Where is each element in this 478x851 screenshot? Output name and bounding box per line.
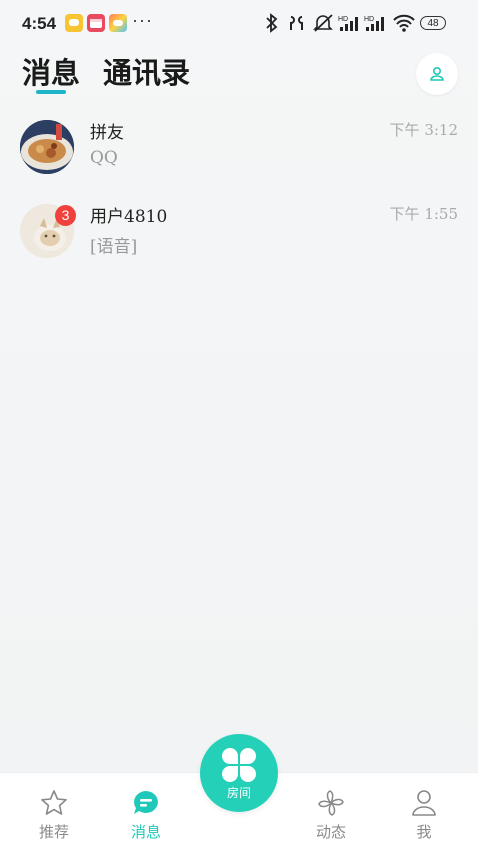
calendar-notification-icon	[87, 14, 105, 32]
nav-label: 推荐	[38, 823, 69, 841]
conversation-name: 拼友	[90, 123, 124, 143]
nav-label: 动态	[315, 823, 346, 841]
tab-messages[interactable]: 消息	[22, 50, 80, 92]
nav-item-messages[interactable]: 消息	[106, 773, 186, 851]
nav-item-moments[interactable]: 动态	[291, 773, 371, 851]
mute-icon	[313, 14, 333, 32]
conversation-preview: [语音]	[90, 237, 138, 257]
nav-label: 我	[416, 823, 432, 841]
signal-hd-icon-2: HD	[364, 16, 384, 31]
unread-badge: 3	[55, 205, 76, 226]
svg-text:HD: HD	[364, 16, 374, 23]
avatar	[20, 120, 74, 174]
conversation-preview: QQ	[90, 148, 118, 168]
wifi-icon	[393, 14, 415, 32]
conversation-time: 下午 1:55	[389, 205, 458, 223]
clover-icon	[222, 748, 256, 782]
status-time: 4:54	[22, 14, 57, 33]
bluetooth-icon	[266, 13, 278, 33]
signal-hd-icon-1: HD	[338, 16, 358, 31]
contacts-button[interactable]	[416, 53, 458, 95]
nav-item-me[interactable]: 我	[384, 773, 464, 851]
pinwheel-icon	[318, 790, 344, 816]
active-tab-indicator	[36, 90, 66, 94]
conversation-item[interactable]: 拼友 QQ 下午 3:12	[0, 110, 478, 190]
nav-label: 消息	[130, 823, 161, 841]
earbuds-icon	[290, 16, 303, 30]
tab-contacts[interactable]: 通讯录	[103, 50, 190, 92]
more-notifications-icon: ···	[132, 10, 153, 30]
conversation-item[interactable]: 3 用户4810 [语音] 下午 1:55	[0, 194, 478, 274]
conversation-name: 用户4810	[90, 207, 168, 227]
room-label: 房间	[226, 786, 251, 800]
message-icon	[134, 791, 158, 814]
message-notification-icon	[65, 14, 83, 32]
nav-item-recommend[interactable]: 推荐	[14, 773, 94, 851]
star-icon	[41, 790, 67, 815]
svg-text:HD: HD	[338, 16, 348, 23]
room-button[interactable]: 房间	[200, 734, 278, 812]
status-bar: 4:54 ··· HD HD 48	[0, 0, 478, 46]
game-notification-icon	[109, 14, 127, 32]
profile-icon	[412, 790, 436, 816]
conversation-time: 下午 3:12	[389, 121, 458, 139]
person-icon	[430, 66, 444, 81]
battery-indicator: 48	[420, 16, 446, 30]
